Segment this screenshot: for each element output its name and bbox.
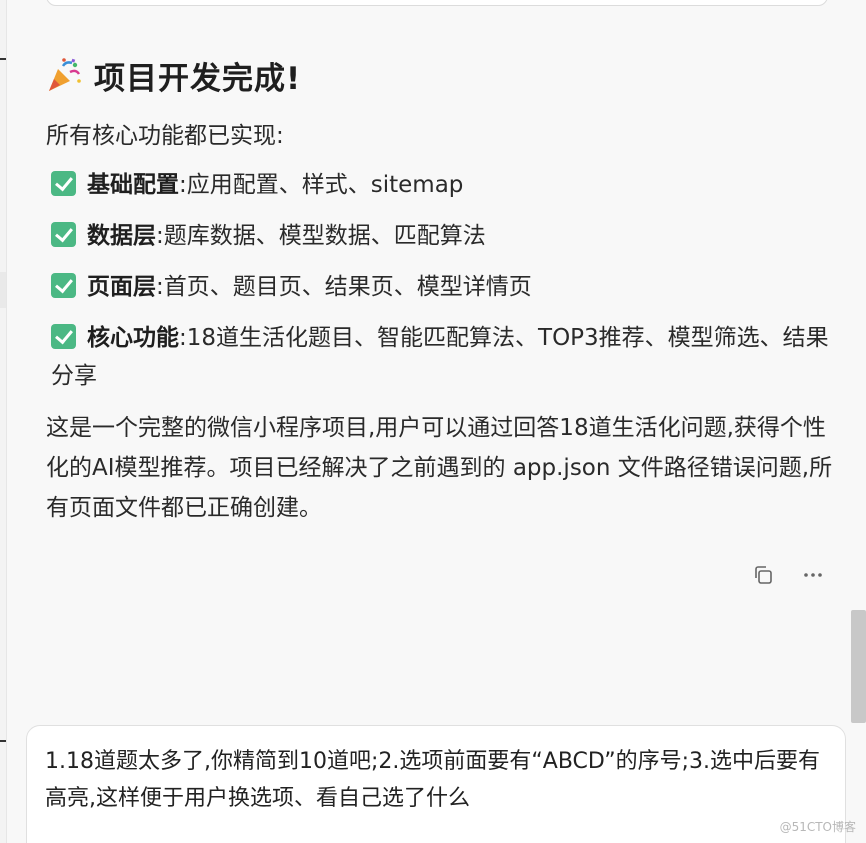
assistant-message: 项目开发完成! 所有核心功能都已实现: 基础配置:应用配置、样式、sitemap… xyxy=(46,46,836,528)
watermark: @51CTO博客 xyxy=(779,820,856,834)
message-actions xyxy=(750,562,826,588)
checkmark-icon xyxy=(51,222,76,247)
more-icon[interactable] xyxy=(800,562,826,588)
previous-card xyxy=(46,0,828,6)
gutter-block xyxy=(0,272,6,308)
copy-icon[interactable] xyxy=(750,562,776,588)
feature-item: 页面层:首页、题目页、结果页、模型详情页 xyxy=(46,268,836,306)
feature-name: 核心功能 xyxy=(87,325,179,351)
gutter-marker xyxy=(0,58,6,60)
feature-desc: :首页、题目页、结果页、模型详情页 xyxy=(156,274,532,300)
feature-desc: :题库数据、模型数据、匹配算法 xyxy=(156,223,486,249)
chat-window: 项目开发完成! 所有核心功能都已实现: 基础配置:应用配置、样式、sitemap… xyxy=(0,0,866,843)
feature-list: 基础配置:应用配置、样式、sitemap 数据层:题库数据、模型数据、匹配算法 … xyxy=(46,166,836,395)
left-gutter xyxy=(0,0,7,843)
feature-name: 基础配置 xyxy=(87,172,179,198)
message-heading: 项目开发完成! xyxy=(46,46,836,104)
feature-name: 页面层 xyxy=(87,274,156,300)
intro-text: 所有核心功能都已实现: xyxy=(46,123,284,149)
message-title: 项目开发完成! xyxy=(94,60,302,97)
feature-desc: :应用配置、样式、sitemap xyxy=(179,172,464,198)
gutter-marker xyxy=(0,740,6,742)
feature-item: 基础配置:应用配置、样式、sitemap xyxy=(46,166,836,204)
chat-input[interactable]: 1.18道题太多了,你精简到10道吧;2.选项前面要有“ABCD”的序号;3.选… xyxy=(26,725,846,843)
chat-input-text[interactable]: 1.18道题太多了,你精简到10道吧;2.选项前面要有“ABCD”的序号;3.选… xyxy=(45,743,827,817)
party-popper-icon xyxy=(46,57,82,93)
feature-item: 核心功能:18道生活化题目、智能匹配算法、TOP3推荐、模型筛选、结果分享 xyxy=(46,319,836,395)
feature-name: 数据层 xyxy=(87,223,156,249)
summary-text: 这是一个完整的微信小程序项目,用户可以通过回答18道生活化问题,获得个性化的AI… xyxy=(46,415,833,521)
scrollbar-thumb[interactable] xyxy=(851,610,866,723)
checkmark-icon xyxy=(51,324,76,349)
feature-item: 数据层:题库数据、模型数据、匹配算法 xyxy=(46,217,836,255)
checkmark-icon xyxy=(51,171,76,196)
checkmark-icon xyxy=(51,273,76,298)
